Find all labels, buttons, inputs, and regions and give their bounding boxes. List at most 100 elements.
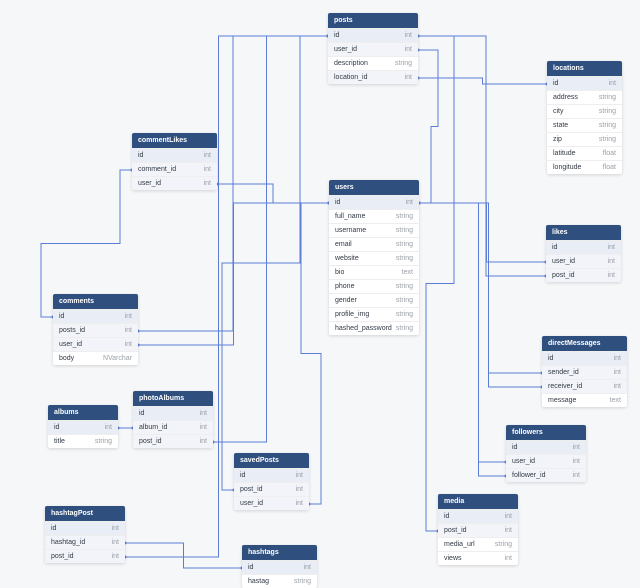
column-name: body (59, 355, 74, 362)
table-column: follower_idint (506, 468, 586, 482)
column-name: id (139, 410, 144, 417)
table-savedPosts[interactable]: savedPostsidintpost_idintuser_idint (234, 453, 309, 510)
column-type: int (405, 46, 412, 53)
table-column: profile_imgstring (329, 307, 419, 321)
table-column: citystring (547, 104, 622, 118)
column-type: int (505, 527, 512, 534)
table-hashtagPost[interactable]: hashtagPostidinthashtag_idintpost_idint (45, 506, 125, 563)
table-column: longitudefloat (547, 160, 622, 174)
table-header: followers (506, 425, 586, 440)
table-column: idint (48, 420, 118, 434)
column-type: float (603, 164, 616, 171)
column-type: int (296, 472, 303, 479)
column-type: int (505, 555, 512, 562)
relation-line (217, 184, 329, 203)
column-name: address (553, 94, 578, 101)
table-hashtags[interactable]: hashtagsidinthastagstring (242, 545, 317, 588)
column-name: id (51, 525, 56, 532)
column-type: int (405, 74, 412, 81)
column-name: id (548, 355, 553, 362)
column-type: int (112, 525, 119, 532)
table-directMessages[interactable]: directMessagesidintsender_idintreceiver_… (542, 336, 627, 407)
column-name: id (59, 313, 64, 320)
table-commentLikes[interactable]: commentLikesidintcomment_idintuser_idint (132, 133, 217, 190)
table-column: media_urlstring (438, 537, 518, 551)
table-column: user_idint (53, 337, 138, 351)
table-users[interactable]: usersidintfull_namestringusernamestringe… (329, 180, 419, 335)
column-type: string (599, 122, 616, 129)
column-name: phone (335, 283, 354, 290)
table-followers[interactable]: followersidintuser_idintfollower_idint (506, 425, 586, 482)
table-column: genderstring (329, 293, 419, 307)
table-column: posts_idint (53, 323, 138, 337)
table-column: latitudefloat (547, 146, 622, 160)
table-column: username string (329, 223, 419, 237)
table-photoAlbums[interactable]: photoAlbumsidintalbum_idintpost_idint (133, 391, 213, 448)
table-column: bodyNVarchar (53, 351, 138, 365)
column-name: media_url (444, 541, 475, 548)
column-name: post_id (240, 486, 263, 493)
table-column: post_idint (234, 482, 309, 496)
table-header: directMessages (542, 336, 627, 351)
table-header: users (329, 180, 419, 195)
column-type: string (599, 94, 616, 101)
column-name: id (512, 444, 517, 451)
table-column: post_idint (438, 523, 518, 537)
column-type: int (608, 272, 615, 279)
column-type: int (614, 355, 621, 362)
table-locations[interactable]: locationsidintaddressstringcitystringsta… (547, 61, 622, 174)
relation-line (418, 36, 546, 276)
relation-line (125, 543, 242, 568)
column-name: state (553, 122, 568, 129)
column-name: id (552, 244, 557, 251)
table-column: id int (133, 406, 213, 420)
relation-line (418, 50, 438, 203)
table-albums[interactable]: albumsidinttitlestring (48, 405, 118, 448)
column-type: int (200, 438, 207, 445)
relation-line (222, 36, 328, 490)
table-column: full_namestring (329, 209, 419, 223)
column-type: int (505, 513, 512, 520)
table-header: albums (48, 405, 118, 420)
column-name: location_id (334, 74, 367, 81)
table-column: titlestring (48, 434, 118, 448)
table-column: state string (547, 118, 622, 132)
column-name: id (553, 80, 558, 87)
table-column: hashed_passwordstring (329, 321, 419, 335)
column-name: user_id (59, 341, 82, 348)
table-column: user_idint (546, 254, 621, 268)
column-type: string (396, 227, 413, 234)
table-media[interactable]: mediaidintpost_idintmedia_urlstringviews… (438, 494, 518, 565)
table-header: photoAlbums (133, 391, 213, 406)
table-likes[interactable]: likesidintuser_idintpost_idint (546, 225, 621, 282)
table-column: location_id int (328, 70, 418, 84)
relation-line (213, 36, 328, 442)
relation-line (419, 203, 546, 262)
column-name: post_id (51, 553, 74, 560)
table-header: posts (328, 13, 418, 28)
column-name: website (335, 255, 359, 262)
column-type: int (105, 424, 112, 431)
column-name: post_id (139, 438, 162, 445)
relation-line (419, 203, 542, 373)
relation-line (419, 203, 506, 462)
column-type: int (405, 32, 412, 39)
column-name: user_id (138, 180, 161, 187)
column-type: string (396, 325, 413, 332)
column-type: int (204, 180, 211, 187)
table-comments[interactable]: commentsidintposts_idintuser_idintbodyNV… (53, 294, 138, 365)
table-column: id int (542, 351, 627, 365)
table-column: biotext (329, 265, 419, 279)
column-name: username (335, 227, 366, 234)
table-column: address string (547, 90, 622, 104)
table-column: idint (242, 560, 317, 574)
column-type: int (200, 410, 207, 417)
column-name: receiver_id (548, 383, 582, 390)
column-type: string (599, 108, 616, 115)
column-type: int (614, 383, 621, 390)
column-type: int (608, 258, 615, 265)
table-header: media (438, 494, 518, 509)
table-posts[interactable]: postsidintuser_idintdescriptionstringloc… (328, 13, 418, 84)
table-column: id int (546, 240, 621, 254)
column-type: int (608, 244, 615, 251)
